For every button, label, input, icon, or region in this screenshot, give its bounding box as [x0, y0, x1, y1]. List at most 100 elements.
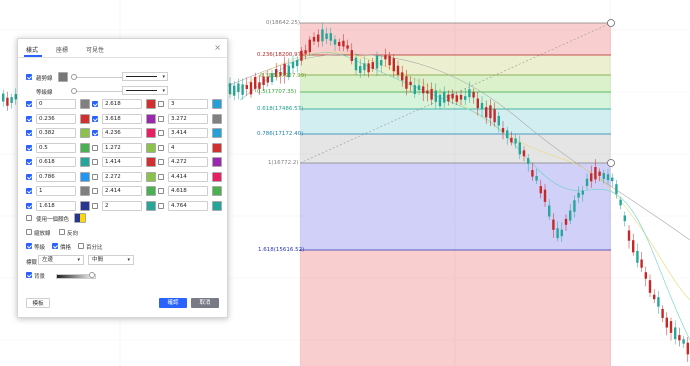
level-color-swatch[interactable]	[212, 200, 222, 211]
level-value-input[interactable]: 0.382	[36, 128, 76, 138]
labels-vertical-select[interactable]: 中間 ▾	[88, 255, 134, 265]
tab-coordinates[interactable]: 座標	[56, 45, 68, 54]
level-color-swatch[interactable]	[146, 171, 156, 182]
level-checkbox[interactable]	[26, 159, 32, 165]
level-value-input[interactable]: 4.764	[168, 200, 208, 211]
level-value-input[interactable]: 4.414	[168, 171, 208, 182]
level-checkbox[interactable]	[92, 188, 98, 194]
default-button[interactable]: 模板	[26, 298, 50, 308]
level-value-input[interactable]: 2.414	[102, 186, 142, 196]
level-checkbox[interactable]	[26, 202, 32, 209]
level-value-input[interactable]: 1	[36, 186, 76, 196]
level-value-input[interactable]: 2.618	[102, 99, 142, 109]
one-color-checkbox[interactable]	[26, 215, 32, 221]
level-color-swatch[interactable]	[146, 113, 156, 124]
level-color-swatch[interactable]	[146, 142, 156, 153]
cancel-button[interactable]: 取消	[191, 298, 219, 308]
level-color-swatch[interactable]	[212, 99, 222, 109]
level-value-input[interactable]: 4.618	[168, 186, 208, 196]
level-checkbox[interactable]	[158, 115, 164, 122]
level-color-swatch[interactable]	[212, 186, 222, 196]
ok-button[interactable]: 確認	[159, 298, 187, 308]
level-checkbox[interactable]	[92, 173, 98, 180]
level-value-input[interactable]: 2	[102, 200, 142, 211]
level-value-input[interactable]: 3	[168, 99, 208, 109]
candle-body	[237, 83, 240, 93]
level-checkbox[interactable]	[92, 130, 98, 136]
level-checkbox[interactable]	[26, 130, 32, 136]
level-checkbox[interactable]	[26, 101, 32, 107]
level-checkbox[interactable]	[26, 173, 32, 180]
level-color-swatch[interactable]	[80, 113, 90, 124]
prices-checkbox[interactable]	[52, 243, 58, 249]
level-color-swatch[interactable]	[212, 157, 222, 167]
level-value-input[interactable]: 0	[36, 99, 76, 109]
fib-level-label: 0.618(17486.57)	[257, 106, 304, 112]
trend-line-style-select[interactable]: ▾	[122, 72, 168, 81]
level-value-input[interactable]: 1.272	[102, 142, 142, 153]
level-checkbox[interactable]	[26, 188, 32, 194]
background-checkbox[interactable]	[26, 272, 32, 278]
level-checkbox[interactable]	[158, 173, 164, 180]
level-value-input[interactable]: 0.236	[36, 113, 76, 124]
level-checkbox[interactable]	[158, 130, 164, 136]
level-checkbox[interactable]	[92, 144, 98, 151]
levels-line-opacity-knob[interactable]	[71, 88, 77, 94]
level-checkbox[interactable]	[26, 144, 32, 151]
percent-checkbox[interactable]	[78, 243, 84, 249]
labels-vertical-value: 中間	[92, 257, 104, 263]
level-color-swatch[interactable]	[80, 142, 90, 153]
background-opacity-knob[interactable]	[89, 272, 95, 278]
one-color-swatch[interactable]	[74, 213, 86, 223]
trend-line-checkbox[interactable]	[26, 74, 32, 80]
labels-horizontal-select[interactable]: 左邊 ▾	[38, 255, 84, 265]
levels-line-style-select[interactable]: ▾	[122, 86, 168, 95]
level-checkbox[interactable]	[158, 202, 164, 209]
level-value-input[interactable]: 1.618	[36, 200, 76, 211]
tab-visibility[interactable]: 可見性	[86, 45, 104, 54]
trend-line-color[interactable]	[58, 72, 68, 82]
level-color-swatch[interactable]	[80, 128, 90, 138]
level-checkbox[interactable]	[26, 115, 32, 122]
candle-body	[451, 93, 454, 99]
level-color-swatch[interactable]	[80, 99, 90, 109]
level-checkbox[interactable]	[158, 144, 164, 151]
level-color-swatch[interactable]	[146, 157, 156, 167]
level-value-input[interactable]: 0.5	[36, 142, 76, 153]
level-checkbox[interactable]	[158, 188, 164, 194]
trend-line-opacity-knob[interactable]	[71, 74, 77, 80]
level-checkbox[interactable]	[92, 115, 98, 122]
level-color-swatch[interactable]	[80, 186, 90, 196]
level-checkbox[interactable]	[92, 202, 98, 209]
level-color-swatch[interactable]	[146, 200, 156, 211]
level-value-input[interactable]: 2.272	[102, 171, 142, 182]
level-color-swatch[interactable]	[80, 171, 90, 182]
level-value-input[interactable]: 3.414	[168, 128, 208, 138]
reverse-checkbox[interactable]	[59, 229, 65, 235]
tab-style[interactable]: 樣式	[26, 45, 38, 54]
close-icon[interactable]: ×	[214, 43, 221, 52]
level-value-input[interactable]: 4.272	[168, 157, 208, 167]
log-scale-checkbox[interactable]	[26, 229, 32, 235]
level-checkbox[interactable]	[158, 101, 164, 107]
level-color-swatch[interactable]	[146, 128, 156, 138]
level-color-swatch[interactable]	[146, 99, 156, 109]
level-value-input[interactable]: 4.236	[102, 128, 142, 138]
level-value-input[interactable]: 4	[168, 142, 208, 153]
level-color-swatch[interactable]	[212, 113, 222, 124]
level-checkbox[interactable]	[158, 159, 164, 165]
level-checkbox[interactable]	[92, 159, 98, 165]
levels-checkbox[interactable]	[26, 243, 32, 249]
level-value-input[interactable]: 1.414	[102, 157, 142, 167]
level-color-swatch[interactable]	[212, 142, 222, 153]
level-checkbox[interactable]	[92, 101, 98, 107]
level-color-swatch[interactable]	[212, 128, 222, 138]
level-value-input[interactable]: 3.272	[168, 113, 208, 124]
level-value-input[interactable]: 0.786	[36, 171, 76, 182]
level-value-input[interactable]: 0.618	[36, 157, 76, 167]
level-color-swatch[interactable]	[80, 157, 90, 167]
level-color-swatch[interactable]	[212, 171, 222, 182]
level-color-swatch[interactable]	[146, 186, 156, 196]
level-value-input[interactable]: 3.618	[102, 113, 142, 124]
level-color-swatch[interactable]	[80, 200, 90, 211]
